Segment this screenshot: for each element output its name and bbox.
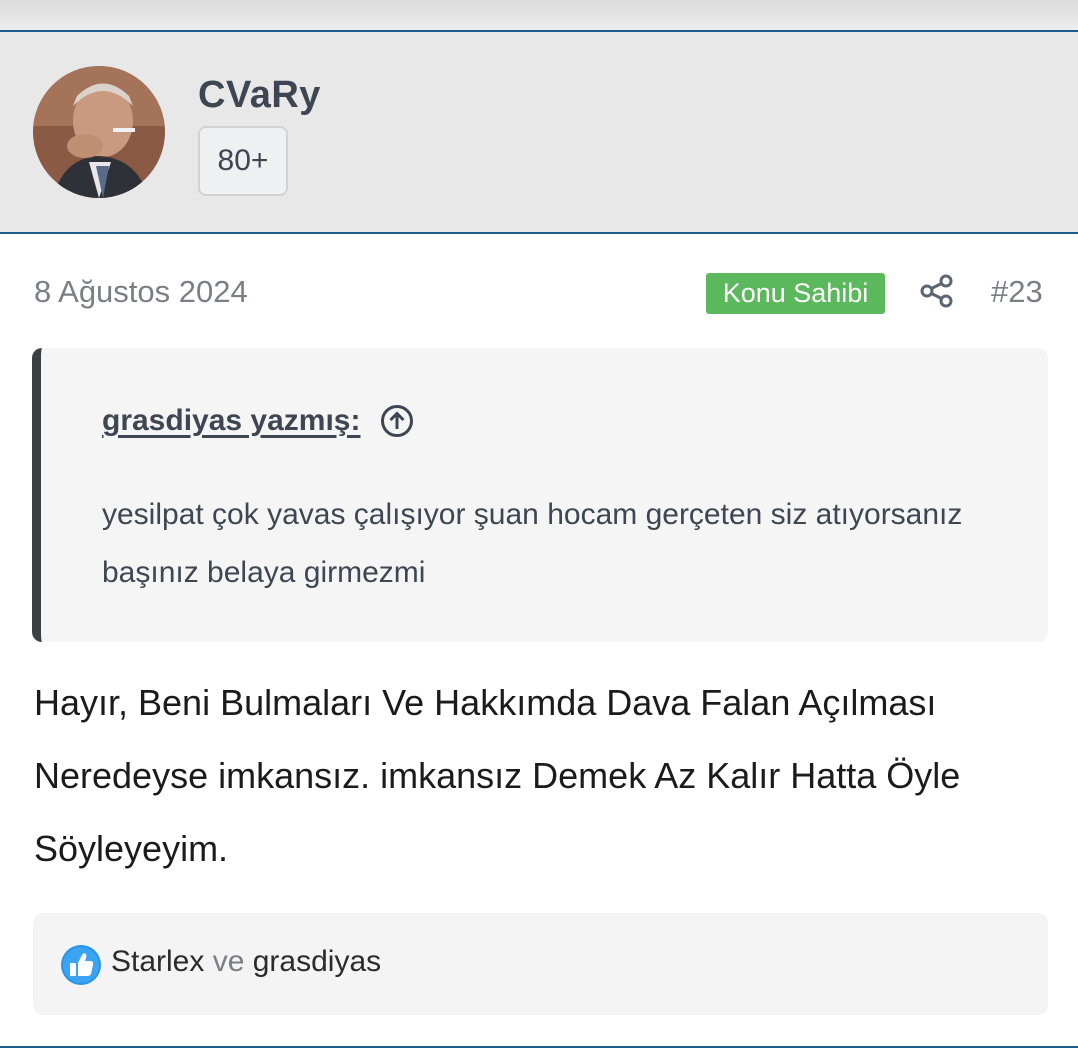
reaction-connector: ve [212, 945, 245, 978]
reaction-list: Starlex ve grasdiyas [111, 945, 381, 979]
reactions-bar[interactable]: Starlex ve grasdiyas [33, 913, 1048, 1015]
user-badge: 80+ [198, 126, 288, 196]
post-message: Hayır, Beni Bulmaları Ve Hakkımda Dava F… [34, 682, 961, 869]
quote-header: grasdiyas yazmış: [102, 404, 414, 438]
avatar[interactable] [33, 66, 165, 198]
share-icon[interactable] [920, 274, 954, 308]
arrow-up-circle-icon[interactable] [380, 404, 414, 438]
thumbs-up-icon [61, 945, 101, 985]
quote-text: yesilpat çok yavas çalışıyor şuan hocam … [102, 498, 963, 589]
reaction-user-link[interactable]: grasdiyas [253, 945, 381, 978]
post-divider [0, 1046, 1078, 1048]
avatar-image [33, 66, 165, 198]
previous-post-edge [0, 0, 1078, 32]
post-date[interactable]: 8 Ağustos 2024 [34, 274, 248, 310]
post-page: CVaRy 80+ 8 Ağustos 2024 Konu Sahibi #23… [0, 0, 1078, 1051]
username[interactable]: CVaRy [198, 74, 321, 117]
owner-badge: Konu Sahibi [706, 273, 885, 314]
post-meta: 8 Ağustos 2024 Konu Sahibi #23 [0, 234, 1078, 344]
post-user-header: CVaRy 80+ [0, 32, 1078, 234]
quote-block: grasdiyas yazmış: yesilpat çok yavas çal… [32, 348, 1048, 642]
quote-author-link[interactable]: grasdiyas yazmış: [102, 404, 360, 438]
reaction-user-link[interactable]: Starlex [111, 945, 204, 978]
post-number-link[interactable]: #23 [991, 274, 1043, 310]
